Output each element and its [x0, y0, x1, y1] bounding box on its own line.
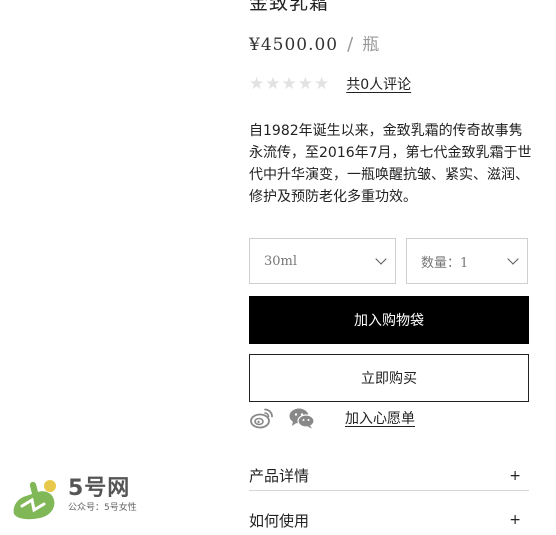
- wechat-icon[interactable]: [289, 405, 315, 431]
- accordion-label: 产品详情: [249, 467, 310, 485]
- chevron-down-icon: [375, 253, 387, 265]
- product-title: 金致乳霜: [249, 0, 330, 14]
- watermark-logo: 5号网 公众号：5号女性: [8, 476, 137, 522]
- watermark-subtitle: 公众号：5号女性: [68, 503, 137, 513]
- quantity-select-value: 数量：1: [421, 255, 469, 271]
- share-row: 加入心愿单: [249, 405, 415, 431]
- price-separator: /: [347, 34, 354, 55]
- accordion-product-details[interactable]: 产品详情 +: [249, 461, 529, 491]
- weibo-icon[interactable]: [249, 405, 275, 431]
- star-icon: ★: [281, 74, 297, 94]
- star-icon: ★: [265, 74, 281, 94]
- accordion-how-to-use[interactable]: 如何使用 +: [249, 505, 529, 535]
- star-icon: ★: [314, 74, 330, 94]
- reviews-link[interactable]: 共0人评论: [346, 74, 411, 94]
- accordion-label: 如何使用: [249, 511, 310, 530]
- add-to-bag-button[interactable]: 加入购物袋: [249, 296, 529, 344]
- star-icon: ★: [249, 74, 265, 94]
- product-description: 自1982年诞生以来，金致乳霜的传奇故事隽永流传，至2016年7月，第七代金致乳…: [249, 123, 532, 205]
- chevron-down-icon: [507, 253, 519, 265]
- buy-now-button[interactable]: 立即购买: [249, 354, 529, 402]
- plus-icon: +: [509, 512, 521, 528]
- quantity-select[interactable]: 数量：1: [406, 238, 528, 284]
- watermark-mascot-icon: [13, 480, 56, 520]
- star-rating: ★ ★ ★ ★ ★: [249, 74, 329, 94]
- size-select-value: 30ml: [264, 253, 298, 269]
- add-to-wishlist-link[interactable]: 加入心愿单: [345, 408, 415, 428]
- size-select[interactable]: 30ml: [249, 238, 396, 284]
- price-unit: 瓶: [362, 35, 380, 55]
- product-price: ¥4500.00: [249, 35, 339, 55]
- rating-row: ★ ★ ★ ★ ★ 共0人评论: [249, 74, 411, 94]
- watermark-brand: 5号网: [68, 476, 131, 501]
- star-icon: ★: [297, 74, 313, 94]
- plus-icon: +: [509, 467, 521, 484]
- price-row: ¥4500.00 / 瓶: [249, 30, 379, 55]
